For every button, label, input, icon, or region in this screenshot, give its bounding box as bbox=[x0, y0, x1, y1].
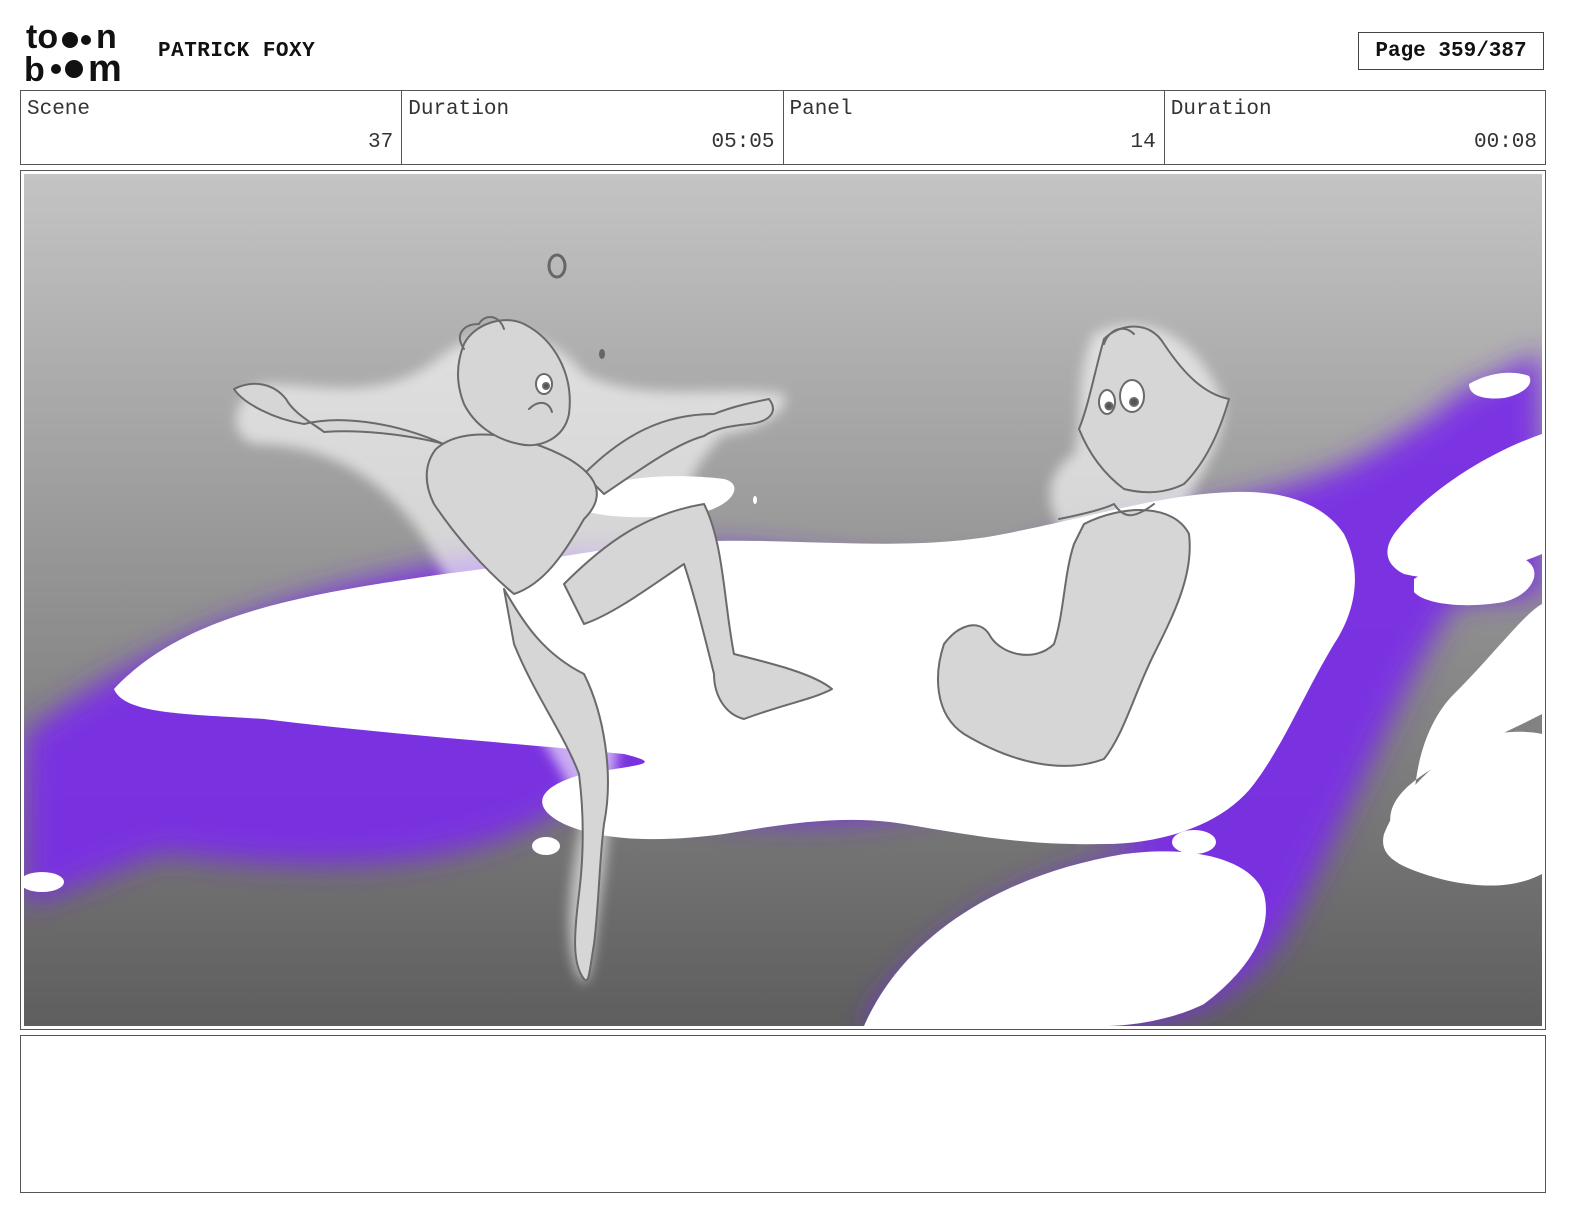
project-title: PATRICK FOXY bbox=[158, 40, 316, 63]
toon-boom-logo: to n b m bbox=[24, 20, 122, 86]
panel-duration-cell: Duration 00:08 bbox=[1165, 91, 1545, 164]
panel-artwork bbox=[24, 174, 1542, 1026]
panel-cell: Panel 14 bbox=[784, 91, 1165, 164]
man-pupil bbox=[542, 382, 550, 390]
fox-pupil-right bbox=[1129, 397, 1139, 407]
panel-info-table: Scene 37 Duration 05:05 Panel 14 Duratio… bbox=[20, 90, 1546, 165]
panel-notes-box bbox=[20, 1035, 1546, 1193]
fox-pupil-left bbox=[1104, 401, 1114, 411]
panel-duration-label: Duration bbox=[1170, 98, 1272, 121]
panel-label: Panel bbox=[789, 98, 853, 121]
page-number: Page 359/387 bbox=[1358, 32, 1544, 70]
scene-duration-label: Duration bbox=[408, 98, 510, 121]
scene-label: Scene bbox=[27, 98, 91, 121]
scene-duration-cell: Duration 05:05 bbox=[402, 91, 784, 164]
scene-cell: Scene 37 bbox=[21, 91, 403, 164]
logo-letter-m: m bbox=[88, 48, 122, 86]
storyboard-panel bbox=[20, 170, 1546, 1030]
fox-eye-right bbox=[1119, 379, 1145, 413]
panel-value: 14 bbox=[1130, 131, 1156, 154]
scene-value: 37 bbox=[368, 131, 394, 154]
small-cloud-blob bbox=[532, 837, 560, 855]
scene-duration-value: 05:05 bbox=[711, 131, 775, 154]
glow-bubble bbox=[1172, 830, 1216, 854]
sparkle-mark bbox=[753, 496, 757, 504]
floating-drop bbox=[599, 349, 605, 359]
logo-letter-b: b bbox=[24, 51, 45, 86]
panel-duration-value: 00:08 bbox=[1473, 131, 1537, 154]
